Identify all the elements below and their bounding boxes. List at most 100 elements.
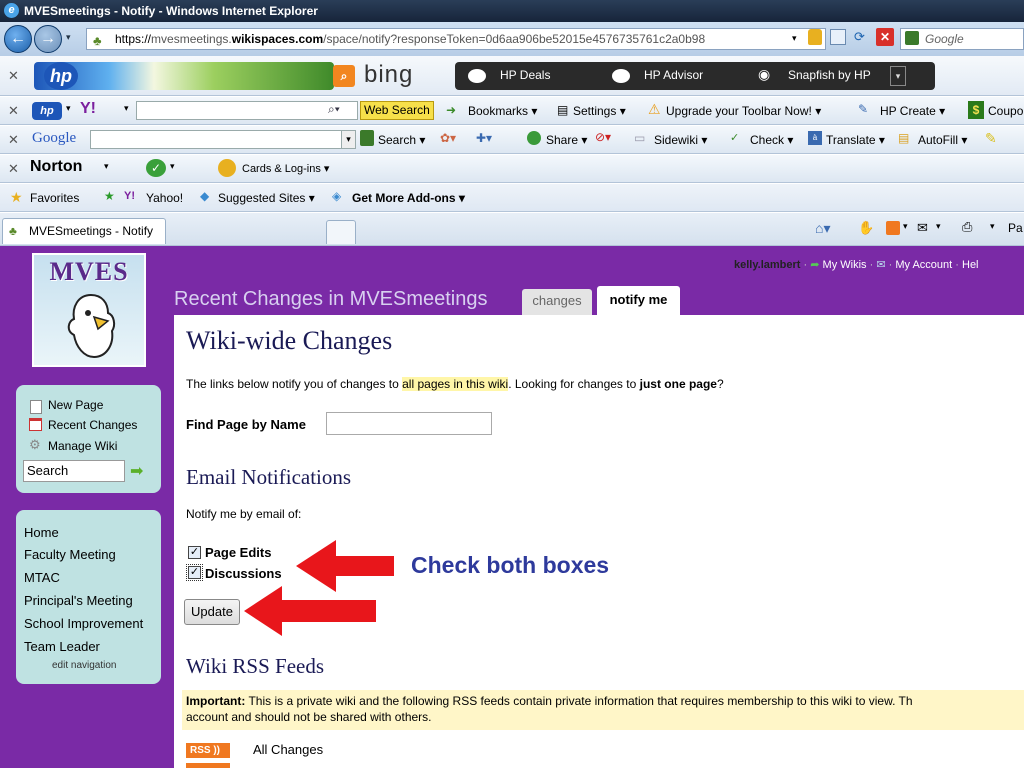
sidebar-search-input[interactable]: Search [23,460,125,482]
popup-blocker-icon[interactable]: ⊘▾ [595,130,611,144]
new-tab-button[interactable] [326,220,356,244]
edit-navigation-link[interactable]: edit navigation [52,660,117,671]
share-menu[interactable]: Share ▾ [546,132,587,148]
yahoo-dropdown-icon[interactable]: ▾ [124,103,129,114]
norton-dropdown-icon[interactable]: ▾ [104,161,109,172]
mail-icon[interactable]: ✉ [917,220,928,236]
google-search-input[interactable] [90,130,356,149]
nav-faculty-meeting[interactable]: Faculty Meeting [24,547,116,562]
yahoo-logo-icon[interactable]: Y! [80,100,96,118]
search-history-dropdown-icon[interactable]: ▾ [341,131,355,148]
nav-principals-meeting[interactable]: Principal's Meeting [24,593,133,608]
google-search-button[interactable]: Search ▾ [378,132,425,148]
bookmark-plus-icon[interactable]: ✚▾ [476,131,492,145]
yahoo-favorite[interactable]: Yahoo! [146,190,183,206]
refresh-icon[interactable]: ⟳ [854,29,865,45]
rss-all-changes-link[interactable]: All Changes [253,742,323,757]
hand-tool-icon[interactable]: ✋ [858,220,874,236]
feeds-dropdown-icon[interactable]: ▾ [903,221,908,232]
discussions-label[interactable]: Discussions [205,566,282,581]
page-menu[interactable]: Pa [1008,221,1023,235]
tab-changes[interactable]: changes [522,289,592,315]
hp-advisor-link[interactable]: HP Advisor [644,68,703,82]
lock-icon[interactable] [808,29,822,45]
active-tab[interactable]: ♣ MVESmeetings - Notify [2,218,166,244]
yahoo-search-input[interactable] [136,101,358,120]
pagerank-icon[interactable]: ✿▾ [440,131,456,145]
bing-logo[interactable]: bing [364,62,454,90]
bookmarks-menu[interactable]: Bookmarks ▾ [468,103,537,119]
nav-mtac[interactable]: MTAC [24,570,60,585]
hp-dropdown-icon[interactable]: ▾ [66,103,71,114]
pencil-icon[interactable]: ✎ [985,130,997,147]
tab-notify-me[interactable]: notify me [597,286,680,315]
norton-logo[interactable]: Norton [30,158,82,176]
sidewiki-menu[interactable]: Sidewiki ▾ [654,132,707,148]
print-icon[interactable]: ⎙ [962,219,972,235]
hp-small-logo-icon[interactable]: hp [32,102,62,120]
hp-deals-link[interactable]: HP Deals [500,68,550,82]
stop-icon[interactable]: ✕ [876,28,894,46]
close-toolbar-icon[interactable]: ✕ [8,132,19,148]
translate-menu[interactable]: Translate ▾ [826,132,885,148]
favorites-button[interactable]: Favorites [30,190,79,206]
my-account-link[interactable]: My Account [895,259,952,271]
favorites-bar: ★ Favorites ★ Y! Yahoo! ◆ Suggested Site… [0,184,1024,212]
update-button[interactable]: Update [184,599,240,625]
norton-check-icon[interactable]: ✓ [146,159,166,177]
hp-deals-icon [468,69,486,83]
intro-text: The links below notify you of changes to… [186,377,724,391]
search-go-icon[interactable]: ➡ [130,461,143,481]
my-wikis-link[interactable]: My Wikis [823,259,867,271]
url-dropdown-icon[interactable]: ▾ [792,33,797,44]
close-toolbar-icon[interactable]: ✕ [8,68,19,84]
back-button[interactable]: ← [4,25,32,53]
search-provider-field[interactable]: Google [900,28,1024,50]
history-dropdown-icon[interactable]: ▾ [66,32,71,43]
close-toolbar-icon[interactable]: ✕ [8,161,19,177]
url-field[interactable]: ♣ https://mvesmeetings.wikispaces.com/sp… [86,28,826,50]
cards-logins-menu[interactable]: Cards & Log-ins ▾ [242,162,329,175]
coupons-link[interactable]: Coupo [988,103,1023,119]
rss-badge[interactable]: RSS )) [186,743,230,758]
find-page-input[interactable] [326,412,492,435]
feeds-icon[interactable] [886,221,900,235]
upgrade-toolbar-link[interactable]: Upgrade your Toolbar Now! ▾ [666,103,821,119]
nav-school-improvement[interactable]: School Improvement [24,616,143,631]
check-menu[interactable]: Check ▾ [750,132,793,148]
important-text-line2: account and should not be shared with ot… [186,710,432,724]
discussions-checkbox[interactable]: ✓ [186,564,203,581]
messages-icon[interactable]: ✉ [876,259,885,271]
snapfish-link[interactable]: Snapfish by HP [788,68,871,82]
mves-logo[interactable]: MVES [32,253,146,367]
spellcheck-icon: ✓ [730,132,740,144]
norton-status-dropdown-icon[interactable]: ▾ [170,161,175,172]
web-search-button[interactable]: Web Search [360,101,434,120]
annotation-arrow-checkboxes [296,540,394,592]
help-link[interactable]: Hel [962,259,979,271]
autofill-menu[interactable]: AutoFill ▾ [918,132,967,148]
manage-wiki-link[interactable]: Manage Wiki [48,439,117,453]
home-icon[interactable]: ⌂▾ [815,220,830,237]
hp-toolbar-dropdown-icon[interactable]: ▾ [890,66,906,86]
new-page-link[interactable]: New Page [48,398,103,412]
close-toolbar-icon[interactable]: ✕ [8,103,19,119]
recent-changes-link[interactable]: Recent Changes [48,418,137,432]
suggested-sites-icon: ◆ [200,189,210,203]
magnifier-icon[interactable]: ⌕▾ [328,102,340,117]
settings-menu[interactable]: Settings ▾ [573,103,626,119]
nav-team-leader[interactable]: Team Leader [24,639,100,654]
compatibility-view-icon[interactable] [830,29,846,45]
page-edits-label[interactable]: Page Edits [205,545,271,560]
print-dropdown-icon[interactable]: ▾ [990,221,995,232]
username-link[interactable]: kelly.lambert [734,259,800,271]
suggested-sites-menu[interactable]: Suggested Sites ▾ [218,190,315,206]
get-addons-menu[interactable]: Get More Add-ons ▾ [352,190,465,206]
hp-create-menu[interactable]: HP Create ▾ [880,103,945,119]
page-edits-checkbox[interactable]: ✓ [188,546,201,559]
mail-dropdown-icon[interactable]: ▾ [936,221,941,232]
bing-search-icon[interactable]: ⌕ [333,65,355,87]
nav-home[interactable]: Home [24,525,59,540]
forward-button[interactable]: → [34,25,62,53]
add-favorite-icon[interactable]: ★ [104,189,115,203]
